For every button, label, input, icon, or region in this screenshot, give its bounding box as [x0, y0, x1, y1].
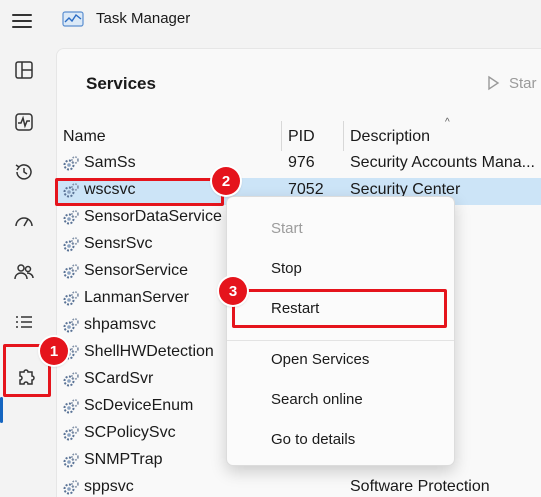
service-name: LanmanServer [84, 289, 189, 306]
menu-item-open-services[interactable]: Open Services [227, 342, 454, 378]
service-name: ShellHWDetection [84, 343, 214, 360]
menu-divider [227, 340, 454, 341]
column-header-name[interactable]: Name [63, 128, 106, 146]
service-name: sppsvc [84, 478, 134, 495]
task-manager-app-icon [62, 11, 84, 27]
sidebar [0, 40, 52, 497]
menu-item-go-to-details[interactable]: Go to details [227, 422, 454, 458]
highlight-restart-item [232, 289, 447, 328]
service-gear-icon [63, 426, 79, 441]
service-gear-icon [63, 453, 79, 468]
processes-icon [15, 61, 33, 79]
service-gear-icon [63, 291, 79, 306]
service-name: ScDeviceEnum [84, 397, 194, 414]
active-nav-indicator [0, 397, 3, 423]
service-pid: 976 [288, 154, 315, 171]
title-bar: Task Manager [0, 0, 541, 40]
column-header-pid[interactable]: PID [288, 128, 315, 146]
service-gear-icon [63, 318, 79, 333]
start-service-button[interactable]: Star [485, 71, 537, 95]
menu-item-search-online[interactable]: Search online [227, 382, 454, 418]
table-header: Name PID Description ^ [57, 117, 541, 151]
sort-indicator-icon: ^ [445, 117, 450, 128]
service-gear-icon [63, 210, 79, 225]
highlight-wscsvc-row [55, 178, 224, 206]
sidebar-item-details[interactable] [8, 306, 40, 338]
window-title: Task Manager [96, 10, 191, 27]
sidebar-item-processes[interactable] [8, 54, 40, 86]
start-service-label: Star [509, 74, 537, 92]
step-badge-2: 2 [212, 167, 240, 195]
service-name: shpamsvc [84, 316, 157, 333]
performance-icon [15, 113, 33, 131]
startup-gauge-icon [15, 217, 33, 227]
history-icon [15, 164, 32, 180]
service-name: SNMPTrap [84, 451, 163, 468]
service-name: SensrSvc [84, 235, 153, 252]
column-divider[interactable] [343, 121, 344, 151]
service-gear-icon [63, 264, 79, 279]
service-name: SamSs [84, 154, 136, 171]
menu-item-start: Start [271, 220, 303, 237]
service-description: Security Accounts Mana... [350, 154, 535, 171]
service-description: Software Protection [350, 478, 490, 495]
users-icon [14, 264, 34, 280]
service-gear-icon [63, 156, 79, 171]
service-name: SensorDataService [84, 208, 222, 225]
table-row[interactable]: sppsvc Software Protection [57, 475, 541, 497]
service-gear-icon [63, 480, 79, 495]
service-name: SensorService [84, 262, 189, 279]
step-badge-1: 1 [40, 337, 68, 365]
context-menu: Start Stop Restart Open Services Search … [226, 196, 455, 466]
service-gear-icon [63, 237, 79, 252]
sidebar-item-app-history[interactable] [8, 156, 40, 188]
table-row[interactable]: SamSs 976 Security Accounts Mana... [57, 151, 541, 178]
hamburger-menu-icon[interactable] [12, 12, 34, 30]
sidebar-item-startup-apps[interactable] [8, 206, 40, 238]
column-divider[interactable] [281, 121, 282, 151]
page-title: Services [86, 74, 156, 93]
step-badge-3: 3 [219, 277, 247, 305]
sidebar-item-performance[interactable] [8, 106, 40, 138]
service-gear-icon [63, 399, 79, 414]
menu-item-stop[interactable]: Stop [227, 251, 454, 287]
column-header-description[interactable]: Description [350, 128, 430, 146]
details-list-icon [16, 316, 32, 328]
service-gear-icon [63, 372, 79, 387]
service-name: SCardSvr [84, 370, 154, 387]
sidebar-item-users[interactable] [8, 256, 40, 288]
service-name: SCPolicySvc [84, 424, 176, 441]
play-icon [488, 75, 500, 91]
